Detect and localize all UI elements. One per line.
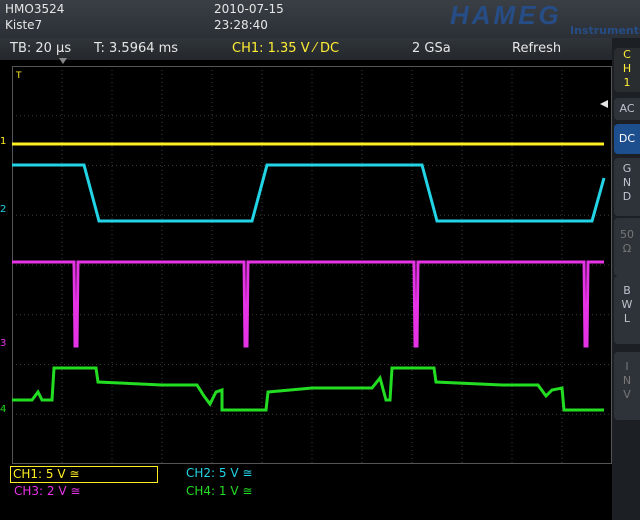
right-scroll-arrow-icon xyxy=(600,100,608,108)
channel-number: 1 xyxy=(623,76,631,89)
channel-settings-bar: CH1: 5 V ≅ CH2: 5 V ≅ CH3: 2 V ≅ CH4: 1 … xyxy=(0,464,612,520)
brand-logo: HAMEG xyxy=(450,0,562,30)
sidebar-bwl-button[interactable]: B W L xyxy=(614,276,640,344)
trigger-level-marker[interactable]: T xyxy=(16,71,22,81)
ch1-setting[interactable]: CH1: 5 V ≅ xyxy=(10,466,158,483)
ch2-waveform xyxy=(12,163,606,223)
ch4-ground-marker[interactable]: 4 xyxy=(0,404,6,415)
channel-letter-h: H xyxy=(622,62,632,75)
ch4-waveform xyxy=(12,366,604,412)
sidebar-gnd-button[interactable]: G N D xyxy=(614,158,640,216)
device-name: Kiste7 xyxy=(5,18,43,32)
ch2-ground-marker[interactable]: 2 xyxy=(0,204,6,215)
ch4-setting[interactable]: CH4: 1 V ≅ xyxy=(184,484,252,499)
trigger-channel-readout[interactable]: CH1: 1.35 V ⁄ DC xyxy=(232,41,339,56)
graticule xyxy=(12,66,612,464)
channel-letter-c: C xyxy=(623,48,631,61)
channel-sidebar: C H 1 AC DC G N D 50 Ω B W L I N V xyxy=(612,38,640,520)
ch1-ground-marker[interactable]: 1 xyxy=(0,136,6,147)
ch3-setting[interactable]: CH3: 2 V ≅ xyxy=(12,484,80,499)
acquisition-mode-readout[interactable]: Refresh xyxy=(512,41,561,56)
bwl-letter-l: L xyxy=(623,312,631,325)
top-bar: HMO3524 Kiste7 2010-07-15 23:28:40 HAMEG… xyxy=(0,0,640,38)
date-display: 2010-07-15 xyxy=(214,2,284,16)
ch2-setting[interactable]: CH2: 5 V ≅ xyxy=(184,466,252,481)
ohm-label: Ω xyxy=(622,242,632,255)
brand-subtitle: Instruments xyxy=(570,24,640,37)
inv-letter-n: N xyxy=(622,374,632,387)
trigger-position-icon[interactable] xyxy=(59,58,67,64)
sample-rate-readout: 2 GSa xyxy=(412,41,451,56)
fifty-label: 50 xyxy=(620,228,634,241)
trigger-time-readout[interactable]: T: 3.5964 ms xyxy=(94,41,178,56)
sidebar-ac-button[interactable]: AC xyxy=(614,98,640,120)
sidebar-channel-indicator: C H 1 xyxy=(614,48,640,92)
bwl-letter-w: W xyxy=(621,298,633,311)
channel-ground-markers: 1 2 3 4 xyxy=(0,136,6,415)
sidebar-inv-button[interactable]: I N V xyxy=(614,352,640,420)
gnd-letter-n: N xyxy=(622,176,632,189)
timebase-readout[interactable]: TB: 20 µs xyxy=(10,41,71,56)
ch3-ground-marker[interactable]: 3 xyxy=(0,338,6,349)
waveform-display[interactable] xyxy=(12,66,612,464)
gnd-letter-d: D xyxy=(622,190,632,203)
device-model: HMO3524 xyxy=(5,2,65,16)
gnd-letter-g: G xyxy=(622,162,632,175)
info-bar: TB: 20 µs T: 3.5964 ms CH1: 1.35 V ⁄ DC … xyxy=(0,38,640,60)
sidebar-dc-button[interactable]: DC xyxy=(614,124,640,154)
time-display: 23:28:40 xyxy=(214,18,268,32)
sidebar-50ohm-button[interactable]: 50 Ω xyxy=(614,218,640,276)
inv-letter-i: I xyxy=(625,360,629,373)
ch3-waveform xyxy=(12,260,604,348)
channel-marker-column: 1 2 3 4 xyxy=(0,66,12,464)
bwl-letter-b: B xyxy=(623,284,631,297)
inv-letter-v: V xyxy=(623,388,631,401)
